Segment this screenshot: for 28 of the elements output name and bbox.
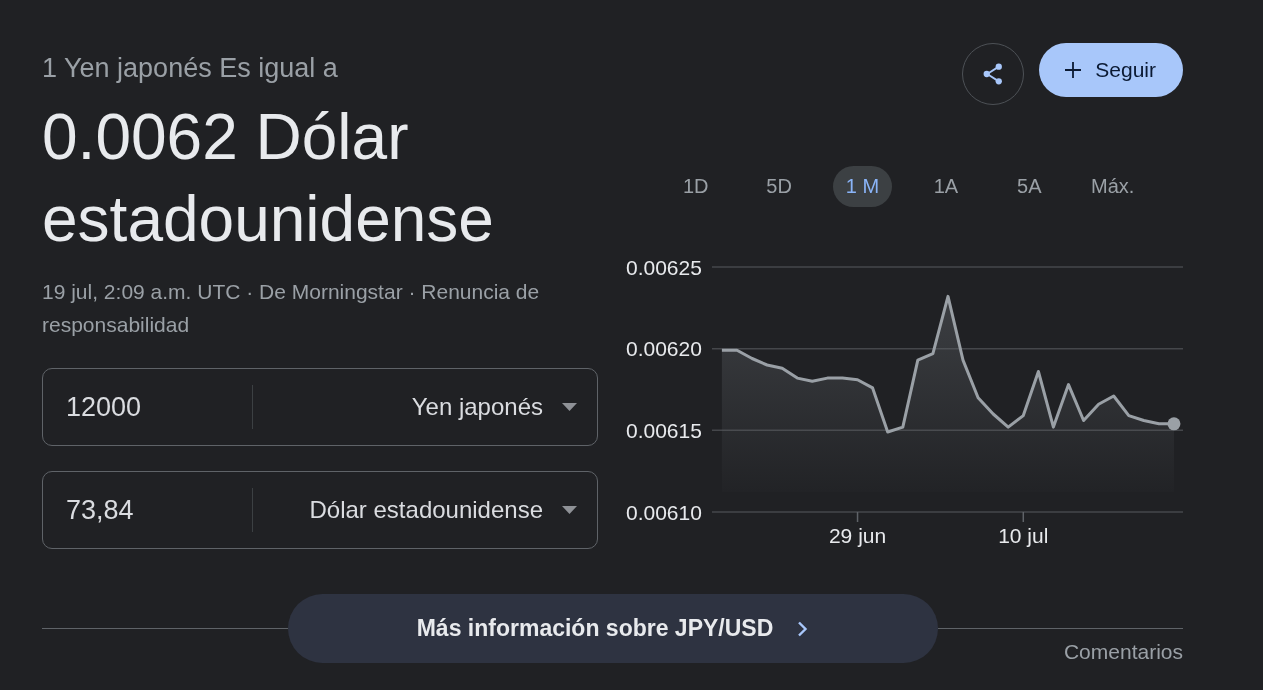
caret-icon — [562, 403, 577, 411]
currency-select[interactable]: Dólar estadounidense — [309, 488, 577, 532]
axis-label: 0.00610 — [626, 500, 702, 524]
range-tab[interactable]: 5D — [753, 166, 805, 207]
range-tab[interactable]: 1A — [920, 166, 972, 207]
range-tab[interactable]: Máx. — [1077, 166, 1148, 207]
axis-label: 10 jul — [998, 523, 1049, 547]
follow-button[interactable]: Seguir — [1039, 43, 1183, 97]
plus-icon — [1065, 62, 1082, 78]
conversion-result: 0.0062 Dólar estadounidense — [42, 100, 495, 257]
range-tab[interactable]: 1 M — [832, 166, 893, 207]
currency-select[interactable]: Yen japonés — [411, 385, 577, 429]
feedback-link[interactable]: Comentarios — [1063, 641, 1183, 663]
amount-input[interactable]: 73,84 — [66, 490, 252, 530]
conversion-subtitle: 1 Yen japonés Es igual a — [42, 52, 339, 85]
axis-label: 0.00625 — [626, 255, 702, 279]
axis-label: 29 jun — [828, 523, 887, 547]
chevron-right-icon — [797, 620, 809, 637]
caret-icon — [562, 506, 577, 514]
range-tab[interactable]: 5A — [1004, 166, 1055, 207]
axis-label: 0.00615 — [626, 418, 702, 442]
amount-input[interactable]: 12000 — [66, 387, 252, 427]
endpoint-marker — [1167, 417, 1181, 431]
axis-label: 0.00620 — [626, 337, 702, 361]
source-note: 19 jul, 2:09 a.m. UTC · De Morningstar · Renuncia de responsabilidad — [42, 279, 541, 338]
more-info-button[interactable]: Más información sobre JPY/USD — [287, 594, 938, 663]
range-tab[interactable]: 1D — [669, 166, 722, 207]
share-icon — [983, 63, 1004, 85]
